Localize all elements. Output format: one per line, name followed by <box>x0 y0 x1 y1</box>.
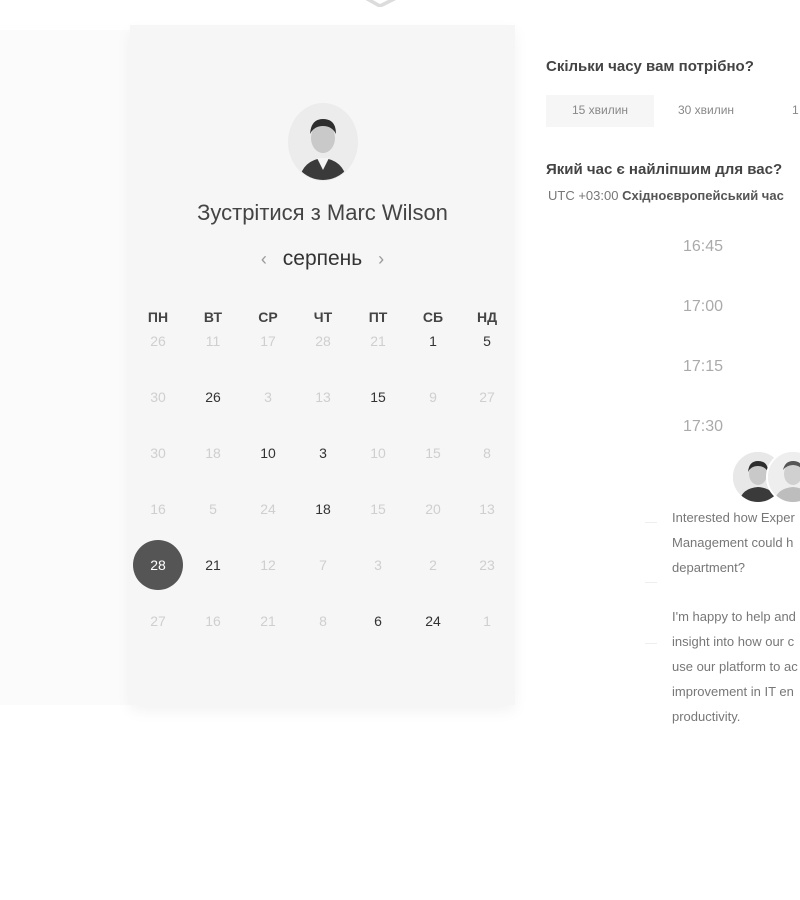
calendar-day[interactable]: 15 <box>356 387 400 407</box>
host-avatar <box>288 103 358 181</box>
calendar-day: 15 <box>425 445 441 461</box>
calendar-day: 16 <box>150 501 166 517</box>
calendar-day: 16 <box>205 613 221 629</box>
time-slot[interactable]: 17:00 <box>662 298 744 316</box>
calendar-day: 3 <box>374 557 382 573</box>
calendar-day: 5 <box>209 501 217 517</box>
calendar-day: 20 <box>425 501 441 517</box>
person-photo-icon <box>289 104 357 180</box>
calendar-day: 11 <box>205 333 221 349</box>
calendar-day[interactable]: 21 <box>191 555 235 575</box>
divider <box>645 582 657 583</box>
calendar-day[interactable]: 1 <box>411 331 455 351</box>
timezone-name: Східноєвропейський час <box>622 188 784 203</box>
calendar-day: 27 <box>150 613 166 629</box>
calendar-day: 13 <box>315 389 331 405</box>
calendar-day[interactable]: 26 <box>191 387 235 407</box>
weekday-header: ПТ <box>368 309 388 325</box>
month-navigator: ‹ серпень › <box>130 247 515 271</box>
timezone-offset: UTC +03:00 <box>548 188 619 203</box>
left-panel-background <box>0 30 130 705</box>
chevron-left-icon[interactable]: ‹ <box>251 249 277 269</box>
time-question: Який час є найліпшим для вас? <box>546 161 783 178</box>
calendar-day: 9 <box>429 389 437 405</box>
calendar-day: 8 <box>483 445 491 461</box>
calendar-day: 13 <box>479 501 495 517</box>
calendar-day[interactable]: 18 <box>301 499 345 519</box>
divider <box>645 522 657 523</box>
duration-option-15[interactable]: 15 хвилин <box>546 95 654 127</box>
duration-question: Скільки часу вам потрібно? <box>546 58 754 75</box>
calendar-day: 26 <box>150 333 166 349</box>
weekday-header: НД <box>476 309 498 325</box>
calendar-day: 23 <box>479 557 495 573</box>
calendar-day: 27 <box>479 389 495 405</box>
weekday-header: СБ <box>422 309 444 325</box>
calendar-day: 12 <box>260 557 276 573</box>
calendar-day: 30 <box>150 445 166 461</box>
calendar-day: 7 <box>319 557 327 573</box>
calendar-day[interactable]: 5 <box>465 331 509 351</box>
calendar-day: 18 <box>205 445 221 461</box>
weekday-header: ВТ <box>203 309 223 325</box>
month-label: серпень <box>282 247 363 270</box>
calendar-day-selected[interactable]: 28 <box>133 540 183 590</box>
calendar-day[interactable]: 10 <box>246 443 290 463</box>
timezone-label: UTC +03:00 Східноєвропейський час <box>548 188 784 203</box>
calendar-day: 2 <box>429 557 437 573</box>
calendar-day: 21 <box>370 333 386 349</box>
time-slot[interactable]: 17:30 <box>662 418 744 436</box>
time-slot[interactable]: 16:45 <box>662 238 744 256</box>
time-slot[interactable]: 17:15 <box>662 358 744 376</box>
calendar-day: 10 <box>370 445 386 461</box>
divider <box>645 643 657 644</box>
duration-option-30[interactable]: 30 хвилин <box>652 95 760 127</box>
calendar-day[interactable]: 24 <box>411 611 455 631</box>
weekday-header: ЧТ <box>313 309 333 325</box>
calendar-day: 17 <box>260 333 276 349</box>
calendar-day: 30 <box>150 389 166 405</box>
calendar-day[interactable]: 3 <box>301 443 345 463</box>
calendar-day: 1 <box>483 613 491 629</box>
calendar-day: 8 <box>319 613 327 629</box>
page-title: Зустрітися з Marc Wilson <box>197 200 448 225</box>
calendar-day: 3 <box>264 389 272 405</box>
weekday-header: СР <box>258 309 278 325</box>
chat-message: I'm happy to help and insight into how o… <box>672 609 798 724</box>
person-photo-icon <box>768 452 800 502</box>
calendar-day: 21 <box>260 613 276 629</box>
calendar-day: 24 <box>260 501 276 517</box>
brand-logo-icon <box>365 0 396 7</box>
calendar-day[interactable]: 6 <box>356 611 400 631</box>
weekday-header: ПН <box>147 309 169 325</box>
calendar-day: 28 <box>315 333 331 349</box>
calendar-day: 15 <box>370 501 386 517</box>
duration-option-60[interactable]: 1 <box>758 95 800 127</box>
chevron-right-icon[interactable]: › <box>368 249 394 269</box>
chat-message: Interested how Exper Management could h … <box>672 510 795 575</box>
